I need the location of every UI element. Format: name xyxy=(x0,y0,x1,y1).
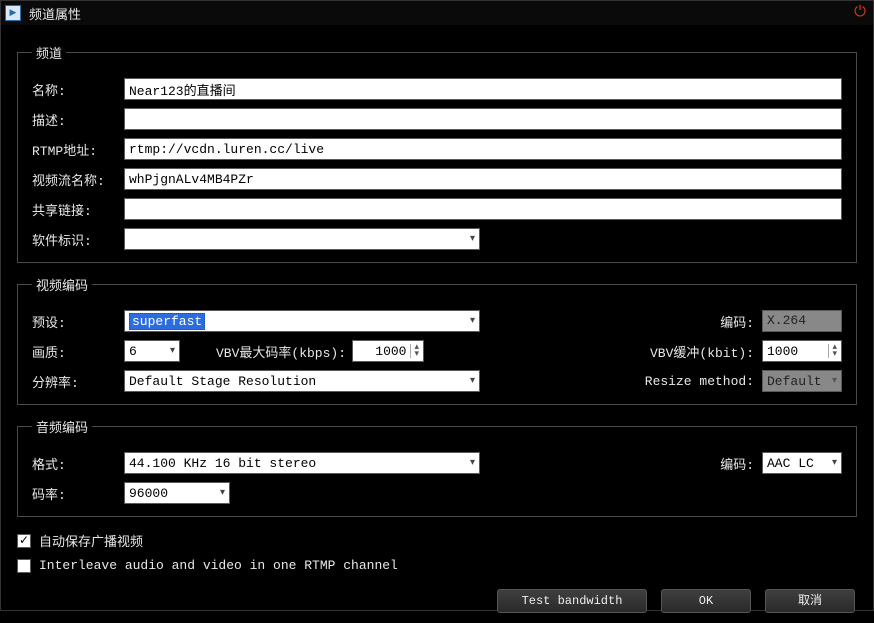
interleave-checkbox-row[interactable]: Interleave audio and video in one RTMP c… xyxy=(17,558,857,573)
name-label: 名称: xyxy=(32,80,124,99)
chevron-down-icon: ▾ xyxy=(466,457,475,469)
interleave-label: Interleave audio and video in one RTMP c… xyxy=(39,558,398,573)
titlebar: ▶ 频道属性 ⏻ xyxy=(1,1,873,25)
desc-input[interactable] xyxy=(124,108,842,130)
chevron-down-icon: ▾ xyxy=(166,345,175,357)
video-encoding-value: X.264 xyxy=(762,310,842,332)
chevron-down-icon: ▾ xyxy=(828,375,837,387)
chevron-down-icon: ▾ xyxy=(216,487,225,499)
rtmp-label: RTMP地址: xyxy=(32,140,124,159)
quality-select[interactable]: 6 ▾ xyxy=(124,340,180,362)
quality-label: 画质: xyxy=(32,342,124,361)
share-label: 共享链接: xyxy=(32,200,124,219)
resize-label: Resize method: xyxy=(645,374,754,389)
chevron-down-icon: ▾ xyxy=(466,233,475,245)
resize-value: Default xyxy=(767,374,822,389)
audio-fieldset: 音频编码 格式: 44.100 KHz 16 bit stereo ▾ 编码: … xyxy=(17,417,857,517)
video-fieldset: 视频编码 预设: superfast ▾ 编码: X.264 画质: 6 ▾ V… xyxy=(17,275,857,405)
channel-legend: 频道 xyxy=(32,43,66,62)
ok-button[interactable]: OK xyxy=(661,589,751,613)
software-select[interactable]: ▾ xyxy=(124,228,480,250)
bitrate-value: 96000 xyxy=(129,486,168,501)
video-encoding-label: 编码: xyxy=(698,312,754,331)
autosave-checkbox-row[interactable]: ✓ 自动保存广播视频 xyxy=(17,531,857,550)
resolution-label: 分辨率: xyxy=(32,372,124,391)
bitrate-label: 码率: xyxy=(32,484,124,503)
vbv-buf-stepper[interactable]: 1000 ▴▾ xyxy=(762,340,842,362)
audio-encoding-value: AAC LC xyxy=(767,456,814,471)
spinner-icon: ▴▾ xyxy=(410,344,419,358)
chevron-down-icon: ▾ xyxy=(466,315,475,327)
checkbox-checked-icon: ✓ xyxy=(17,534,31,548)
chevron-down-icon: ▾ xyxy=(828,457,837,469)
test-bandwidth-button[interactable]: Test bandwidth xyxy=(497,589,647,613)
audio-legend: 音频编码 xyxy=(32,417,92,436)
resize-select[interactable]: Default ▾ xyxy=(762,370,842,392)
bitrate-select[interactable]: 96000 ▾ xyxy=(124,482,230,504)
quality-value: 6 xyxy=(129,344,137,359)
vbv-max-stepper[interactable]: 1000 ▴▾ xyxy=(352,340,424,362)
stream-input[interactable] xyxy=(124,168,842,190)
preset-value: superfast xyxy=(129,313,205,330)
preset-select[interactable]: superfast ▾ xyxy=(124,310,480,332)
name-input[interactable] xyxy=(124,78,842,100)
audio-format-label: 格式: xyxy=(32,454,124,473)
vbv-buf-label: VBV缓冲(kbit): xyxy=(650,342,754,361)
audio-format-value: 44.100 KHz 16 bit stereo xyxy=(129,456,316,471)
app-icon: ▶ xyxy=(5,5,21,21)
software-label: 软件标识: xyxy=(32,230,124,249)
resolution-value: Default Stage Resolution xyxy=(129,374,316,389)
close-icon[interactable]: ⏻ xyxy=(851,4,869,22)
autosave-label: 自动保存广播视频 xyxy=(39,531,143,550)
channel-fieldset: 频道 名称: 描述: RTMP地址: 视频流名称: 共享链接: 软件标识: ▾ xyxy=(17,43,857,263)
audio-format-select[interactable]: 44.100 KHz 16 bit stereo ▾ xyxy=(124,452,480,474)
vbv-max-label: VBV最大码率(kbps): xyxy=(216,342,346,361)
vbv-max-value: 1000 xyxy=(357,344,410,359)
audio-encoding-label: 编码: xyxy=(698,454,754,473)
audio-encoding-select[interactable]: AAC LC ▾ xyxy=(762,452,842,474)
checkbox-unchecked-icon xyxy=(17,559,31,573)
window-title: 频道属性 xyxy=(27,4,851,23)
vbv-buf-value: 1000 xyxy=(767,344,828,359)
rtmp-input[interactable] xyxy=(124,138,842,160)
desc-label: 描述: xyxy=(32,110,124,129)
preset-label: 预设: xyxy=(32,312,124,331)
chevron-down-icon: ▾ xyxy=(466,375,475,387)
stream-label: 视频流名称: xyxy=(32,170,124,189)
share-input[interactable] xyxy=(124,198,842,220)
spinner-icon: ▴▾ xyxy=(828,344,837,358)
resolution-select[interactable]: Default Stage Resolution ▾ xyxy=(124,370,480,392)
video-legend: 视频编码 xyxy=(32,275,92,294)
cancel-button[interactable]: 取消 xyxy=(765,589,855,613)
